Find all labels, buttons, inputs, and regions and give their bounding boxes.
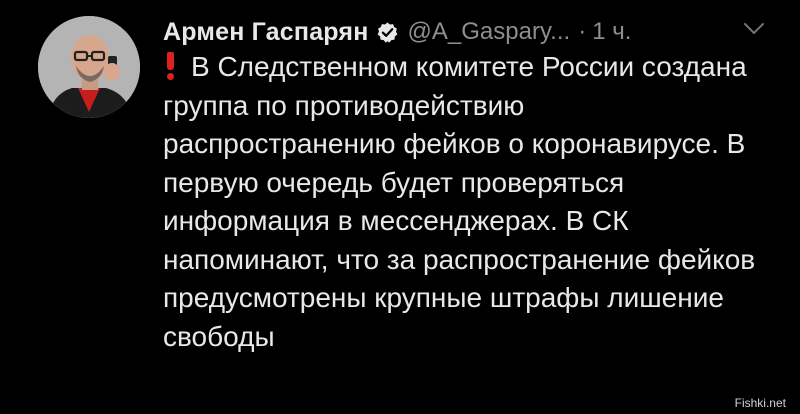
separator-dot: ·	[578, 18, 587, 45]
avatar[interactable]	[38, 16, 140, 118]
timestamp[interactable]: 1 ч.	[592, 18, 631, 46]
tweet-header: Армен Гаспарян @A_Gaspary... · 1 ч.	[163, 12, 631, 52]
tweet-body: В Следственном комитете России создана г…	[163, 48, 763, 356]
watermark: Fishki.net	[734, 396, 786, 410]
chevron-down-icon[interactable]	[743, 22, 765, 36]
tweet-text: В Следственном комитете России создана г…	[163, 51, 756, 352]
verified-badge-icon	[376, 21, 399, 44]
author-handle[interactable]: @A_Gaspary...	[408, 18, 571, 46]
author-name[interactable]: Армен Гаспарян	[163, 18, 369, 47]
red-exclamation-icon	[163, 50, 177, 80]
